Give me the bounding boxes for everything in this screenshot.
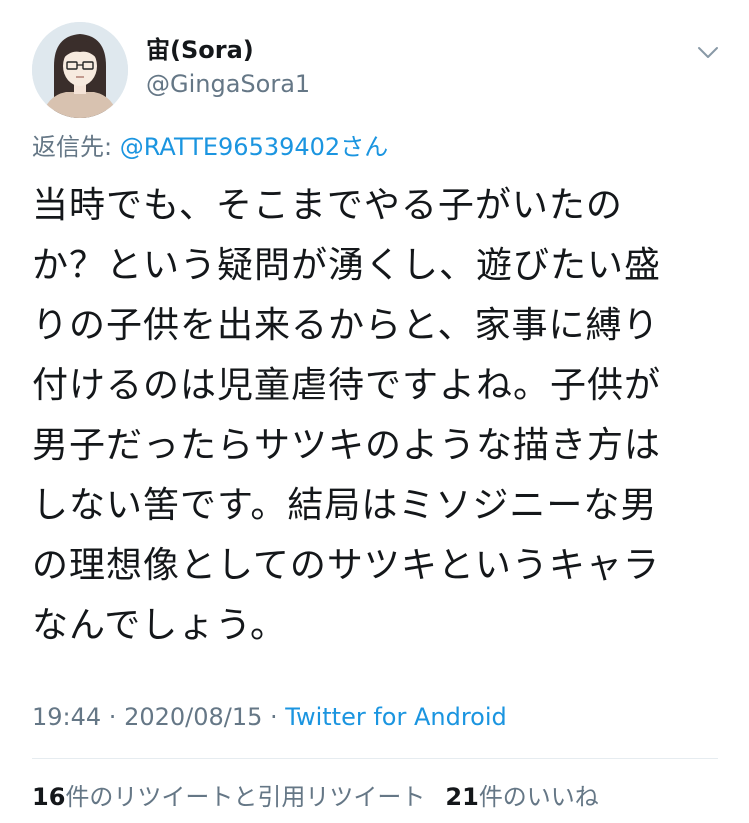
meta-separator: · [101,703,125,731]
retweets-label: 件のリツイートと引用リツイート [65,783,426,811]
tweet-stats: 16件のリツイートと引用リツイート 21件のいいね [32,780,599,814]
tweet-time[interactable]: 19:44 [32,703,101,731]
chevron-down-icon[interactable] [696,40,720,64]
likes-count: 21 [445,783,479,811]
reply-to-line: 返信先: @RATTE96539402さん [32,130,388,164]
retweets-count: 16 [32,783,66,811]
reply-mention-link[interactable]: @RATTE96539402さん [120,133,388,161]
display-name[interactable]: 宙(Sora) [146,34,310,66]
reply-to-label: 返信先: [32,133,120,161]
tweet-date[interactable]: 2020/08/15 [124,703,262,731]
tweet-text-line: りの子供を出来るからと、家事に縛り [32,305,660,346]
woman-with-glasses-avatar-icon [32,22,128,118]
tweet-text-line: 付けるのは児童虐待ですよね。子供が [32,365,662,406]
tweet-text-line: の理想像としてのサツキというキャラ [32,545,660,586]
likes-stat[interactable]: 21件のいいね [445,783,598,811]
meta-separator: · [262,703,286,731]
divider [32,758,718,759]
tweet-header: 宙(Sora) @GingaSora1 [32,22,722,118]
tweet-text-line: なんでしょう。 [32,605,288,646]
likes-label: 件のいいね [478,783,599,811]
tweet-text: 当時でも、そこまでやる子がいたの か？という疑問が湧くし、遊びたい盛 りの子供を… [32,176,722,656]
author-names: 宙(Sora) @GingaSora1 [146,34,310,100]
source-app-link[interactable]: Twitter for Android [285,703,506,731]
tweet-metadata: 19:44 · 2020/08/15 · Twitter for Android [32,700,507,734]
retweets-stat[interactable]: 16件のリツイートと引用リツイート [32,783,425,811]
avatar[interactable] [32,22,128,118]
tweet-text-line: しない筈です。結局はミソジニーな男 [32,485,658,526]
tweet-text-line: 当時でも、そこまでやる子がいたの [32,185,623,226]
tweet-text-line: か？という疑問が湧くし、遊びたい盛 [32,245,662,286]
user-handle[interactable]: @GingaSora1 [146,68,310,100]
tweet-text-line: 男子だったらサツキのような描き方は [32,425,662,466]
